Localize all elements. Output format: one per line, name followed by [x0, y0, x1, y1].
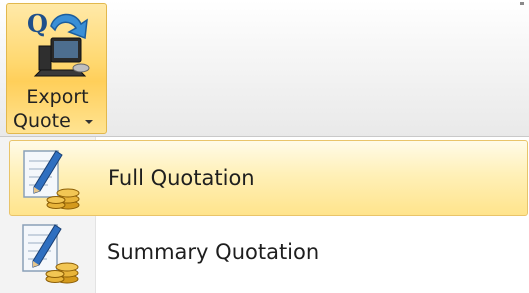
- export-quote-menu: Full Quotation Summary Quotation: [0, 137, 529, 293]
- ribbon-corner-mark: [520, 2, 524, 5]
- quotation-coins-icon: [23, 150, 80, 210]
- ribbon-bar: Q Export Quote: [0, 0, 529, 137]
- quotation-coins-icon: [22, 224, 79, 284]
- export-label-line2: Quote: [13, 110, 71, 132]
- svg-text:Q: Q: [27, 9, 48, 38]
- dropdown-caret-icon: [85, 120, 93, 124]
- menu-item-label: Full Quotation: [108, 166, 255, 190]
- export-quote-button[interactable]: Q Export Quote: [6, 3, 107, 134]
- menu-item-summary-quotation[interactable]: Summary Quotation: [9, 215, 528, 291]
- menu-item-label: Summary Quotation: [107, 240, 320, 264]
- export-label-line1: Export: [26, 86, 89, 108]
- export-quote-icon: Q: [27, 9, 90, 77]
- menu-item-full-quotation[interactable]: Full Quotation: [9, 140, 528, 216]
